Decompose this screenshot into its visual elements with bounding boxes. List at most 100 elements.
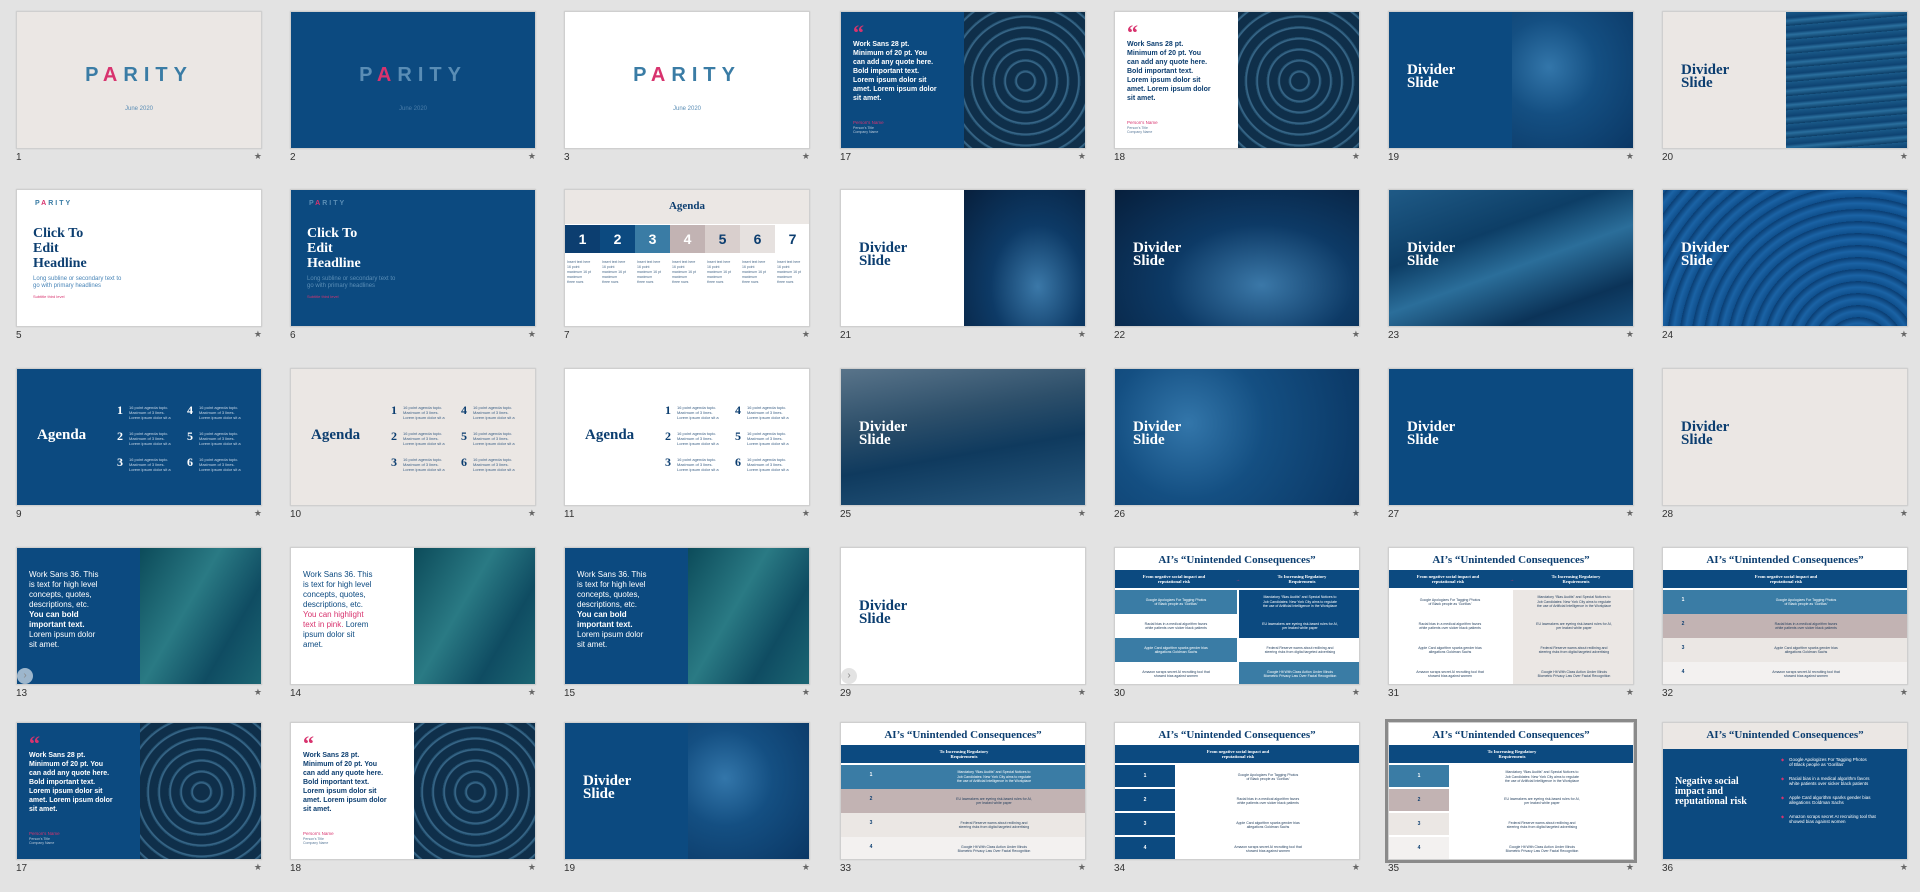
slide-thumbnail-31[interactable]: AI’s “Unintended Consequences” From nega… xyxy=(1388,547,1634,699)
slide-number: 23 xyxy=(1388,330,1400,341)
star-icon[interactable]: ★ xyxy=(254,329,262,340)
body-text: Work Sans 36. This is text for high leve… xyxy=(303,570,373,649)
table-header: To Increasing Regulatory Requirements xyxy=(1389,745,1633,763)
chevron-right-icon[interactable]: › xyxy=(17,668,33,684)
slide-date: June 2020 xyxy=(672,106,702,112)
star-icon[interactable]: ★ xyxy=(1078,151,1086,162)
star-icon[interactable]: ★ xyxy=(528,508,536,519)
slide-canvas: Agenda 1 16 point agenda topic. Maximum o… xyxy=(290,368,536,506)
star-icon[interactable]: ★ xyxy=(1626,862,1634,873)
slide-canvas: PARITY June 2020 xyxy=(290,11,536,149)
slide-thumbnail-2[interactable]: PARITY June 2020 2 ★ xyxy=(290,11,536,163)
star-icon[interactable]: ★ xyxy=(1078,862,1086,873)
slide-thumbnail-36[interactable]: AI’s “Unintended Consequences” Negative … xyxy=(1662,722,1908,874)
person-name: Person's Name xyxy=(853,120,884,125)
slide-thumbnail-34[interactable]: AI’s “Unintended Consequences” From nega… xyxy=(1114,722,1360,874)
slide-thumbnail-18b[interactable]: “ Work Sans 28 pt. Minimum of 20 pt. You… xyxy=(290,722,536,874)
slide-thumbnail-15[interactable]: Work Sans 36. This is text for high leve… xyxy=(564,547,810,699)
parity-logo: PARITY xyxy=(309,200,347,207)
slide-thumbnail-11[interactable]: Agenda 1 16 point agenda topic. Maximum o… xyxy=(564,368,810,520)
slide-thumbnail-32[interactable]: AI’s “Unintended Consequences” From nega… xyxy=(1662,547,1908,699)
star-icon[interactable]: ★ xyxy=(802,862,810,873)
wave-photo xyxy=(1786,12,1907,148)
table-row: 2 EU lawmakers are eyeing risk-based rul… xyxy=(841,789,1085,813)
slide-thumbnail-19[interactable]: Divider Slide 19 ★ xyxy=(1388,11,1634,163)
star-icon[interactable]: ★ xyxy=(1900,862,1908,873)
chevron-right-icon[interactable]: › xyxy=(841,668,857,684)
slide-thumbnail-28[interactable]: Divider Slide 28 ★ xyxy=(1662,368,1908,520)
slide-thumbnail-17b[interactable]: “ Work Sans 28 pt. Minimum of 20 pt. You… xyxy=(16,722,262,874)
slide-number: 18 xyxy=(1114,152,1126,163)
slide-thumbnail-17[interactable]: “ Work Sans 28 pt. Minimum of 20 pt. You… xyxy=(840,11,1086,163)
slide-thumbnail-26[interactable]: Divider Slide 26 ★ xyxy=(1114,368,1360,520)
table-row: Racial bias in a medical algorithm favor… xyxy=(1389,614,1633,638)
star-icon[interactable]: ★ xyxy=(1900,508,1908,519)
star-icon[interactable]: ★ xyxy=(1078,508,1086,519)
star-icon[interactable]: ★ xyxy=(528,862,536,873)
star-icon[interactable]: ★ xyxy=(254,151,262,162)
star-icon[interactable]: ★ xyxy=(254,508,262,519)
star-icon[interactable]: ★ xyxy=(802,151,810,162)
star-icon[interactable]: ★ xyxy=(1078,687,1086,698)
star-icon[interactable]: ★ xyxy=(1078,329,1086,340)
star-icon[interactable]: ★ xyxy=(1352,508,1360,519)
slide-thumbnail-7[interactable]: Agenda 1 2 3 4 5 6 7 Insert text here 16… xyxy=(564,189,810,341)
slide-thumbnail-21[interactable]: Divider Slide 21 ★ xyxy=(840,189,1086,341)
star-icon[interactable]: ★ xyxy=(254,687,262,698)
star-icon[interactable]: ★ xyxy=(1900,329,1908,340)
slide-thumbnail-29[interactable]: Divider Slide › 29 ★ xyxy=(840,547,1086,699)
star-icon[interactable]: ★ xyxy=(528,329,536,340)
person-name: Person's Name xyxy=(29,831,60,836)
star-icon[interactable]: ★ xyxy=(528,687,536,698)
slide-thumbnail-35[interactable]: AI’s “Unintended Consequences” To Increa… xyxy=(1385,719,1637,874)
star-icon[interactable]: ★ xyxy=(254,862,262,873)
slide-thumbnail-24[interactable]: Divider Slide 24 ★ xyxy=(1662,189,1908,341)
slide-canvas: Work Sans 36. This is text for high leve… xyxy=(290,547,536,685)
star-icon[interactable]: ★ xyxy=(802,508,810,519)
star-icon[interactable]: ★ xyxy=(1626,151,1634,162)
slide-thumbnail-3[interactable]: PARITY June 2020 3 ★ xyxy=(564,11,810,163)
slide-canvas: Agenda 1 2 3 4 5 6 7 Insert text here 16… xyxy=(564,189,810,327)
slide-thumbnail-30[interactable]: AI’s “Unintended Consequences” From nega… xyxy=(1114,547,1360,699)
star-icon[interactable]: ★ xyxy=(1352,687,1360,698)
slide-thumbnail-33[interactable]: AI’s “Unintended Consequences” To Increa… xyxy=(840,722,1086,874)
star-icon[interactable]: ★ xyxy=(1626,508,1634,519)
agenda-item: 1 16 point agenda topic. Maximum of 3 lin… xyxy=(117,403,171,420)
star-icon[interactable]: ★ xyxy=(1352,151,1360,162)
slide-thumbnail-18[interactable]: “ Work Sans 28 pt. Minimum of 20 pt. You… xyxy=(1114,11,1360,163)
slide-thumbnail-1[interactable]: PARITY June 2020 1 ★ xyxy=(16,11,262,163)
divider-title: Divider Slide xyxy=(1133,240,1182,269)
slide-thumbnail-10[interactable]: Agenda 1 16 point agenda topic. Maximum o… xyxy=(290,368,536,520)
table-row: 4 Amazon scraps secret AI recruiting too… xyxy=(1115,837,1359,859)
star-icon[interactable]: ★ xyxy=(1626,687,1634,698)
step-desc: Insert text here 16 point maximum 16 pt … xyxy=(777,260,801,284)
slide-thumbnail-23[interactable]: Divider Slide 23 ★ xyxy=(1388,189,1634,341)
slide-thumbnail-25[interactable]: Divider Slide 25 ★ xyxy=(840,368,1086,520)
slide-thumbnail-27[interactable]: Divider Slide 27 ★ xyxy=(1388,368,1634,520)
table-row: Apple Card algorithm sparks gender bias … xyxy=(1115,638,1359,662)
slide-number: 6 xyxy=(290,330,296,341)
slide-thumbnail-6[interactable]: PARITY Click To Edit Headline Long subli… xyxy=(290,189,536,341)
slide-canvas: “ Work Sans 28 pt. Minimum of 20 pt. You… xyxy=(840,11,1086,149)
star-icon[interactable]: ★ xyxy=(1900,151,1908,162)
person-title: Person's Title Company Name xyxy=(853,126,879,134)
slide-number: 17 xyxy=(16,863,28,874)
star-icon[interactable]: ★ xyxy=(1352,862,1360,873)
star-icon[interactable]: ★ xyxy=(802,329,810,340)
slide-thumbnail-13[interactable]: Work Sans 36. This is text for high leve… xyxy=(16,547,262,699)
column-header: From negative social impact and reputati… xyxy=(1754,574,1818,584)
slide-thumbnail-9[interactable]: Agenda 1 16 point agenda topic. Maximum o… xyxy=(16,368,262,520)
slide-thumbnail-20[interactable]: Divider Slide 20 ★ xyxy=(1662,11,1908,163)
star-icon[interactable]: ★ xyxy=(802,687,810,698)
slide-thumbnail-19b[interactable]: Divider Slide 19 ★ xyxy=(564,722,810,874)
star-icon[interactable]: ★ xyxy=(528,151,536,162)
slide-thumbnail-22[interactable]: Divider Slide 22 ★ xyxy=(1114,189,1360,341)
slide-thumbnail-14[interactable]: Work Sans 36. This is text for high leve… xyxy=(290,547,536,699)
slide-thumbnail-5[interactable]: PARITY Click To Edit Headline Long subli… xyxy=(16,189,262,341)
star-icon[interactable]: ★ xyxy=(1626,329,1634,340)
star-icon[interactable]: ★ xyxy=(1900,687,1908,698)
star-icon[interactable]: ★ xyxy=(1352,329,1360,340)
slide-number: 25 xyxy=(840,509,852,520)
slide-canvas: AI’s “Unintended Consequences” From nega… xyxy=(1388,547,1634,685)
slide-title: AI’s “Unintended Consequences” xyxy=(1706,729,1864,741)
